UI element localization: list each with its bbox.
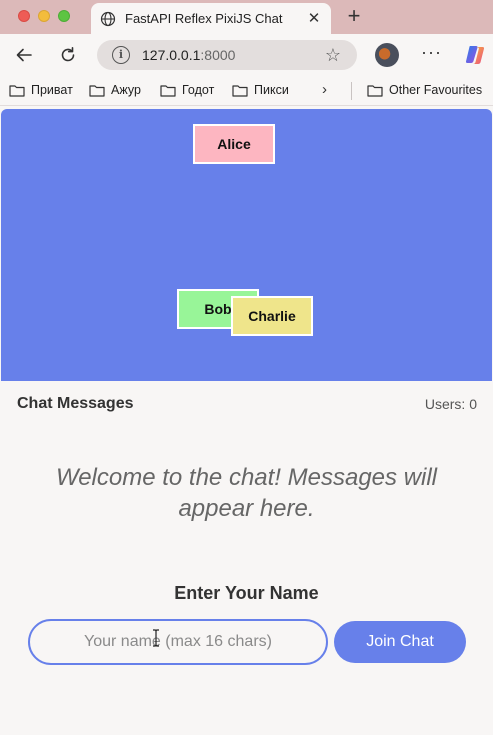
profile-avatar[interactable] (375, 43, 399, 67)
chat-title: Chat Messages (17, 395, 134, 412)
tab-title: FastAPI Reflex PixiJS Chat (125, 11, 283, 26)
folder-icon (89, 84, 105, 97)
player-name: Charlie (248, 308, 296, 324)
users-count: Users: 0 (424, 396, 477, 412)
page-content: Alice Bob Charlie Chat Messages Users: 0… (1, 109, 492, 735)
welcome-message: Welcome to the chat! Messages will appea… (55, 464, 438, 522)
browser-tab[interactable]: FastAPI Reflex PixiJS Chat ✕ (91, 3, 331, 34)
bookmark-folder-other[interactable]: Other Favourites (367, 83, 482, 97)
bookmark-label: Приват (31, 83, 73, 97)
bookmark-folder-azhur[interactable]: Ажур (89, 83, 141, 97)
folder-icon (160, 84, 176, 97)
player-sprite-charlie: Charlie (231, 296, 313, 336)
join-chat-button[interactable]: Join Chat (334, 621, 466, 663)
browser-toolbar: i 127.0.0.1:8000 ☆ ··· (0, 34, 493, 76)
chat-header: Chat Messages Users: 0 (17, 395, 477, 417)
bookmark-label: Годот (182, 83, 215, 97)
bookmark-folder-pixi[interactable]: Пикси (232, 83, 289, 97)
close-window-button[interactable] (18, 10, 30, 22)
maximize-window-button[interactable] (58, 10, 70, 22)
tab-strip: FastAPI Reflex PixiJS Chat ✕ + (0, 0, 493, 34)
folder-icon (367, 84, 383, 97)
bookmark-folder-privat[interactable]: Приват (9, 83, 73, 97)
name-input[interactable] (28, 619, 328, 665)
player-sprite-alice: Alice (193, 124, 275, 164)
back-arrow-icon[interactable] (12, 43, 36, 67)
new-tab-button[interactable]: + (343, 5, 365, 28)
join-title: Enter Your Name (174, 583, 319, 603)
bookmark-label: Ажур (111, 83, 141, 97)
bookmark-label: Пикси (254, 83, 289, 97)
favorite-star-icon[interactable]: ☆ (323, 45, 343, 65)
address-bar[interactable]: i 127.0.0.1:8000 ☆ (97, 40, 357, 70)
text-cursor-icon (153, 629, 159, 647)
address-url: 127.0.0.1:8000 (142, 47, 236, 63)
bookmark-label: Other Favourites (389, 83, 483, 97)
player-name: Alice (217, 136, 251, 152)
globe-icon (99, 10, 117, 28)
bookmark-folder-godot[interactable]: Годот (160, 83, 214, 97)
bookmarks-divider (351, 82, 352, 100)
browser-window: FastAPI Reflex PixiJS Chat ✕ + i 127.0.0… (0, 0, 493, 735)
more-options-icon[interactable]: ··· (421, 42, 442, 63)
player-name: Bob (204, 301, 232, 317)
close-tab-icon[interactable]: ✕ (305, 10, 323, 28)
site-info-icon[interactable]: i (112, 46, 130, 64)
minimize-window-button[interactable] (38, 10, 50, 22)
bookmarks-bar: Приват Ажур Годот Пикси › Other Favourit… (0, 76, 493, 106)
reload-icon[interactable] (56, 43, 80, 67)
folder-icon (232, 84, 248, 97)
copilot-icon[interactable] (463, 43, 487, 67)
pixi-stage[interactable]: Alice Bob Charlie (1, 109, 492, 381)
chevron-right-icon[interactable]: › (322, 81, 327, 98)
folder-icon (9, 84, 25, 97)
